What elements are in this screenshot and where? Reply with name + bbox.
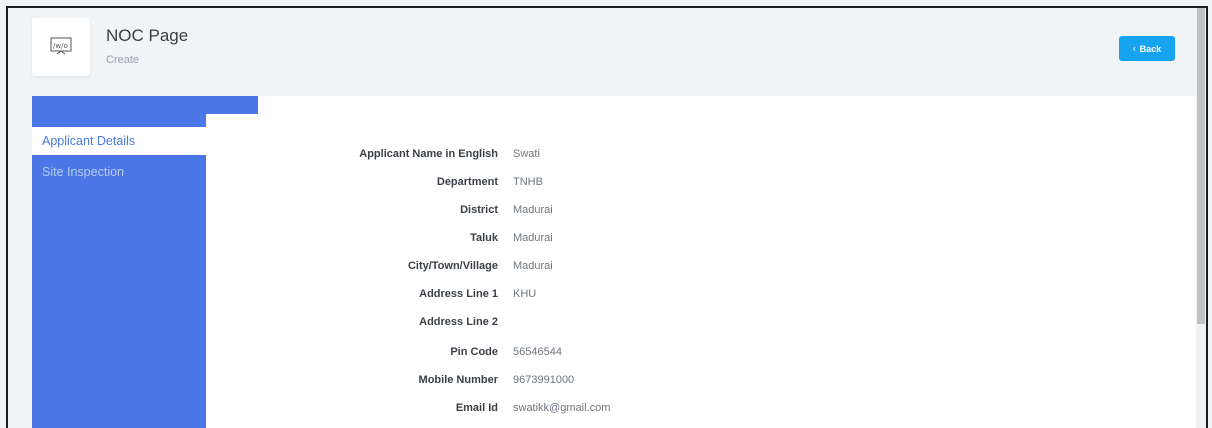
- app-icon: /w/o: [32, 18, 90, 76]
- detail-value: Madurai: [513, 232, 553, 244]
- detail-row: Taluk Madurai: [258, 228, 1198, 248]
- detail-label: Department: [436, 176, 498, 188]
- scrollbar[interactable]: [1196, 8, 1206, 428]
- chevron-left-icon: ‹: [1132, 44, 1136, 53]
- page-subtitle: Create: [106, 54, 140, 66]
- scrollbar-thumb[interactable]: [1197, 8, 1205, 324]
- detail-value: 9673991000: [513, 374, 575, 386]
- detail-label: Pin Code: [450, 346, 498, 358]
- detail-label: Address Line 1: [419, 288, 498, 300]
- detail-value: Swati: [513, 148, 540, 160]
- detail-value: Madurai: [513, 260, 553, 272]
- noc-form-icon: /w/o: [50, 37, 72, 55]
- detail-row: Mobile Number 9673991000: [258, 370, 1198, 390]
- tab-site-inspection[interactable]: Site Inspection: [32, 158, 206, 186]
- detail-row: Pin Code 56546544: [258, 342, 1198, 362]
- detail-label: Email Id: [455, 402, 498, 414]
- detail-row: Department TNHB: [258, 172, 1198, 192]
- detail-label: District: [460, 204, 498, 216]
- back-button-label: Back: [1139, 43, 1162, 54]
- sidebar: Applicant Details Site Inspection: [32, 96, 258, 428]
- detail-value: TNHB: [513, 176, 543, 188]
- detail-row: Applicant Name in English Swati: [258, 144, 1198, 164]
- content-card: Applicant Details Site Inspection Applic…: [32, 96, 1198, 428]
- page-header: /w/o NOC Page Create ‹ Back: [8, 8, 1198, 90]
- detail-row: District Madurai: [258, 200, 1198, 220]
- detail-row: City/Town/Village Madurai: [258, 256, 1198, 276]
- tab-applicant-details[interactable]: Applicant Details: [32, 127, 206, 155]
- svg-text:/w/o: /w/o: [53, 42, 68, 50]
- page-title: NOC Page: [106, 26, 189, 45]
- detail-value: Madurai: [513, 204, 553, 216]
- applicant-details-panel: Applicant Name in English Swati Departme…: [258, 96, 1198, 428]
- detail-value: KHU: [513, 288, 537, 300]
- detail-label: Mobile Number: [418, 374, 498, 386]
- detail-row: Address Line 1 KHU: [258, 284, 1198, 304]
- detail-value: 56546544: [513, 346, 562, 358]
- detail-row: Address Line 2: [258, 312, 1198, 332]
- back-button[interactable]: ‹ Back: [1119, 36, 1175, 61]
- detail-label: Applicant Name in English: [359, 148, 498, 160]
- detail-label: City/Town/Village: [407, 260, 498, 272]
- detail-label: Address Line 2: [419, 316, 498, 328]
- app-frame: /w/o NOC Page Create ‹ Back Applicant De…: [6, 6, 1208, 428]
- detail-value: swatikk@gmail.com: [513, 402, 611, 414]
- detail-row: Email Id swatikk@gmail.com: [258, 398, 1198, 418]
- detail-label: Taluk: [470, 232, 498, 244]
